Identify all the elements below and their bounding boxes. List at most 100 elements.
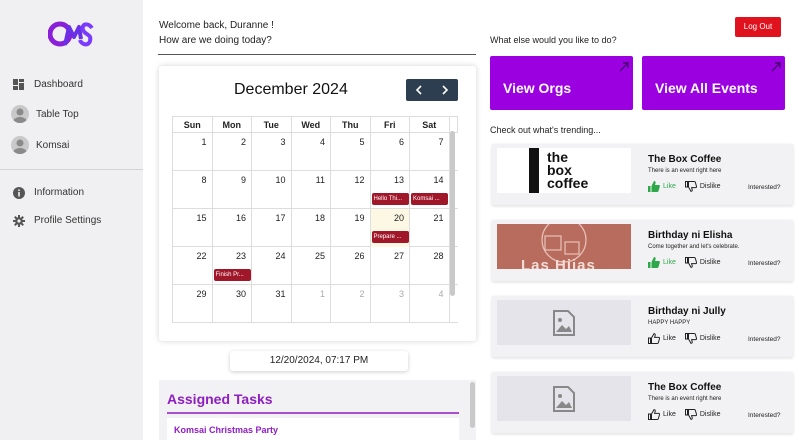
event-card[interactable]: The Box Coffee There is an event right he… bbox=[492, 372, 793, 433]
like-button[interactable]: Like bbox=[648, 181, 676, 192]
day-number: 3 bbox=[280, 137, 286, 147]
calendar-event[interactable]: Komsai ... bbox=[411, 193, 448, 205]
calendar-day[interactable]: 12 bbox=[331, 171, 371, 209]
calendar-day[interactable]: 19 bbox=[331, 209, 371, 247]
calendar-day[interactable]: 27 bbox=[371, 247, 410, 285]
thumbs-down-icon bbox=[684, 181, 697, 192]
calendar-day[interactable]: 7 bbox=[410, 133, 450, 171]
like-button[interactable]: Like bbox=[648, 257, 676, 268]
day-number: 31 bbox=[275, 289, 286, 299]
sidebar-divider bbox=[0, 169, 143, 170]
day-number: 18 bbox=[314, 213, 325, 223]
sidebar-item-label: Dashboard bbox=[34, 79, 83, 90]
calendar-day[interactable]: 6 bbox=[371, 133, 410, 171]
calendar-day[interactable]: 31 bbox=[252, 285, 292, 323]
day-number: 4 bbox=[438, 289, 444, 299]
image-placeholder-icon bbox=[497, 376, 631, 421]
day-number: 2 bbox=[240, 137, 246, 147]
calendar-scrollbar[interactable] bbox=[450, 131, 455, 296]
weekday-label: Wed bbox=[292, 117, 331, 132]
divider bbox=[167, 412, 459, 414]
calendar-card: December 2024 Sun Mon Tue Wed Thu Fri Sat 1234… bbox=[159, 66, 476, 341]
calendar-day[interactable]: 3 bbox=[252, 133, 292, 171]
calendar-day[interactable]: 5 bbox=[331, 133, 371, 171]
event-card[interactable]: Las Hijas Birthday ni Elisha Come together… bbox=[492, 220, 793, 281]
calendar-body: 1 2 3 4 5 6 7 8 9 10 11 12 13 Hello Thi... 14 Komsai ..… bbox=[172, 133, 458, 323]
sidebar-item-table-top[interactable]: Table Top bbox=[11, 105, 79, 123]
external-link-icon bbox=[771, 62, 781, 72]
sidebar-item-dashboard[interactable]: Dashboard bbox=[12, 78, 83, 91]
task-item[interactable]: Komsai Christmas Party bbox=[167, 418, 459, 440]
calendar-day[interactable]: 18 bbox=[292, 209, 331, 247]
calendar-day[interactable]: 1 bbox=[173, 133, 213, 171]
event-card[interactable]: Birthday ni Jully HAPPY HAPPY Like Dislike I… bbox=[492, 296, 793, 357]
calendar-day[interactable]: 8 bbox=[173, 171, 213, 209]
calendar-day[interactable]: 2 bbox=[213, 133, 252, 171]
event-actions: Like Dislike bbox=[648, 409, 729, 420]
weekday-label: Sun bbox=[173, 117, 213, 132]
view-orgs-button[interactable]: View Orgs bbox=[490, 56, 633, 110]
event-card[interactable]: the box coffee The Box Coffee There is an ev… bbox=[492, 144, 793, 205]
like-label: Like bbox=[663, 335, 676, 342]
calendar-day[interactable]: 22 bbox=[173, 247, 213, 285]
logout-button[interactable]: Log Out bbox=[735, 17, 781, 37]
event-actions: Like Dislike bbox=[648, 181, 729, 192]
thumbs-up-icon bbox=[648, 257, 660, 268]
tasks-scrollbar[interactable] bbox=[470, 382, 475, 428]
day-number: 28 bbox=[433, 251, 444, 261]
next-month-button[interactable] bbox=[432, 79, 458, 101]
calendar-day[interactable]: 29 bbox=[173, 285, 213, 323]
calendar-day[interactable]: 20 Prepare ... bbox=[370, 209, 410, 247]
calendar-event[interactable]: Finish Pr... bbox=[213, 269, 251, 281]
event-title: Birthday ni Jully bbox=[648, 306, 726, 317]
calendar-day[interactable]: 16 bbox=[213, 209, 252, 247]
calendar-day[interactable]: 11 bbox=[292, 171, 331, 209]
current-datetime: 12/20/2024, 07:17 PM bbox=[230, 351, 408, 371]
dislike-button[interactable]: Dislike bbox=[684, 181, 720, 192]
calendar-day[interactable]: 28 bbox=[410, 247, 450, 285]
sidebar-item-komsai[interactable]: Komsai bbox=[11, 136, 69, 154]
sidebar-item-profile-settings[interactable]: Profile Settings bbox=[12, 214, 101, 227]
calendar-day[interactable]: 21 bbox=[410, 209, 450, 247]
calendar-day[interactable]: 2 bbox=[331, 285, 371, 323]
interested-button[interactable]: Interested? bbox=[748, 336, 781, 343]
prev-month-button[interactable] bbox=[406, 79, 432, 101]
calendar-day[interactable]: 24 bbox=[252, 247, 292, 285]
view-all-events-button[interactable]: View All Events bbox=[642, 56, 785, 110]
interested-button[interactable]: Interested? bbox=[748, 260, 781, 267]
day-number: 15 bbox=[196, 213, 207, 223]
day-number: 6 bbox=[398, 137, 404, 147]
like-button[interactable]: Like bbox=[648, 409, 676, 420]
calendar-day[interactable]: 4 bbox=[292, 133, 331, 171]
calendar-day[interactable]: 4 bbox=[410, 285, 450, 323]
image-placeholder-icon bbox=[497, 300, 631, 345]
day-number: 22 bbox=[196, 251, 207, 261]
calendar-day[interactable]: 25 bbox=[292, 247, 331, 285]
calendar-day[interactable]: 10 bbox=[252, 171, 292, 209]
calendar-day[interactable]: 14 Komsai ... bbox=[410, 171, 450, 209]
calendar-day[interactable]: 15 bbox=[173, 209, 213, 247]
calendar-event[interactable]: Prepare ... bbox=[371, 231, 409, 243]
sidebar-item-information[interactable]: Information bbox=[12, 186, 84, 199]
day-number: 24 bbox=[275, 251, 286, 261]
like-button[interactable]: Like bbox=[648, 333, 676, 344]
calendar-day[interactable]: 3 bbox=[371, 285, 410, 323]
interested-button[interactable]: Interested? bbox=[748, 184, 781, 191]
calendar-day[interactable]: 9 bbox=[213, 171, 252, 209]
interested-button[interactable]: Interested? bbox=[748, 412, 781, 419]
calendar-day[interactable]: 30 bbox=[213, 285, 252, 323]
calendar-day[interactable]: 26 bbox=[331, 247, 371, 285]
actions-prompt: What else would you like to do? bbox=[490, 35, 617, 45]
dislike-button[interactable]: Dislike bbox=[684, 333, 720, 344]
calendar-day[interactable]: 23 Finish Pr... bbox=[213, 247, 252, 285]
dislike-button[interactable]: Dislike bbox=[684, 257, 720, 268]
calendar-day[interactable]: 13 Hello Thi... bbox=[371, 171, 410, 209]
calendar-event[interactable]: Hello Thi... bbox=[371, 193, 409, 205]
calendar-day[interactable]: 1 bbox=[292, 285, 331, 323]
day-number: 19 bbox=[354, 213, 365, 223]
dislike-button[interactable]: Dislike bbox=[684, 409, 720, 420]
weekday-label: Tue bbox=[252, 117, 292, 132]
calendar-day[interactable]: 17 bbox=[252, 209, 292, 247]
day-number: 13 bbox=[393, 175, 404, 185]
event-description: HAPPY HAPPY bbox=[648, 320, 691, 326]
